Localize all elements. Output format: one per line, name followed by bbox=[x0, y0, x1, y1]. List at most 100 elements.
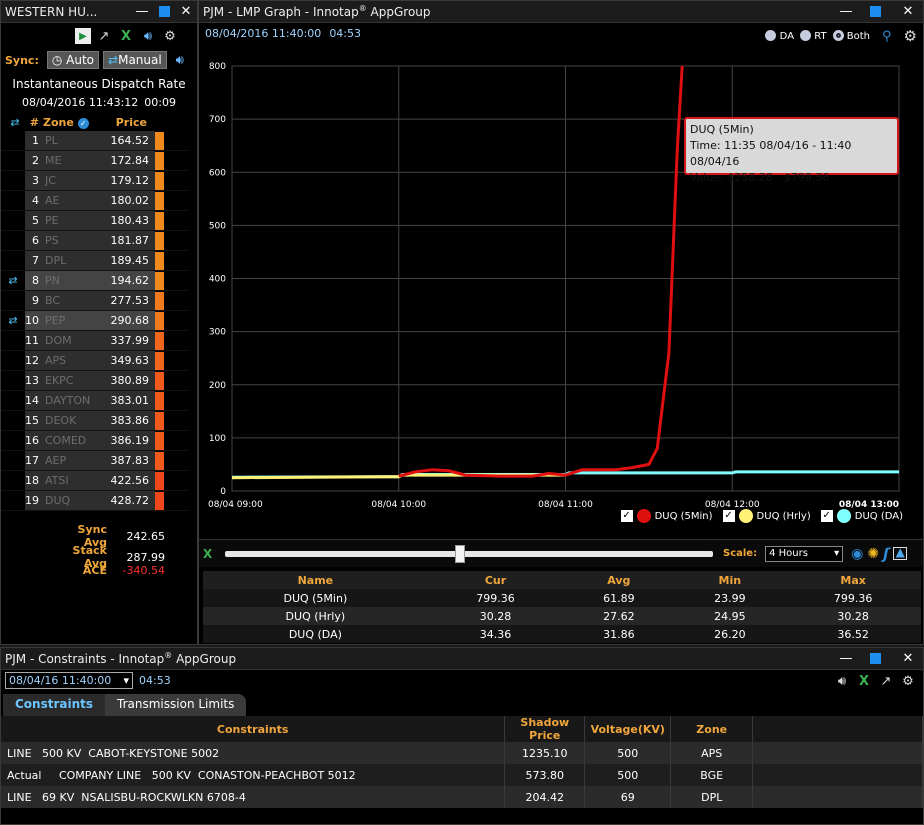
constraint-row[interactable]: LINE 500 KV CABOT-KEYSTONE 5002 1235.10 50… bbox=[1, 742, 923, 764]
image-icon[interactable]: ▲ bbox=[893, 545, 908, 560]
sound-icon[interactable]: 🔊︎ bbox=[833, 672, 851, 690]
constraints-header-cell[interactable]: Shadow Price bbox=[504, 716, 586, 742]
constraint-row[interactable]: LINE 69 KV NSALISBU-ROCKWLKN 6708-4 204.4… bbox=[1, 786, 923, 808]
legend-item[interactable]: ✓ DUQ (Hrly) bbox=[722, 509, 811, 523]
tab-transmission-limits[interactable]: Transmission Limits bbox=[105, 694, 247, 716]
manual-button[interactable]: ⇄Manual bbox=[103, 51, 167, 69]
chart-legend: ✓ DUQ (5Min) ✓ DUQ (Hrly) ✓ DUQ (DA) bbox=[199, 509, 923, 523]
stats-header-cell[interactable]: Cur bbox=[428, 571, 564, 589]
stats-header-cell[interactable]: Min bbox=[674, 571, 785, 589]
radio-rt[interactable]: RT bbox=[800, 30, 827, 42]
zone-row[interactable]: 9 BC 277.53 bbox=[1, 291, 189, 311]
close-button[interactable]: ✕ bbox=[893, 2, 923, 22]
constraints-header-cell[interactable]: Zone bbox=[670, 716, 754, 742]
gear-icon[interactable]: ⚙ bbox=[161, 27, 179, 45]
zone-name: PL bbox=[45, 134, 58, 147]
constraints-toolbar: 08/04/16 11:40:00 ▾ 04:53 bbox=[1, 672, 923, 689]
zone-row[interactable]: 13 EKPC 380.89 bbox=[1, 371, 189, 391]
zone-row[interactable]: 15 DEOK 383.86 bbox=[1, 411, 189, 431]
checkbox-checked-icon[interactable]: ✓ bbox=[722, 510, 735, 522]
constraint-cell: 1235.10 bbox=[504, 742, 586, 764]
sound-icon[interactable]: 🔊︎ bbox=[171, 51, 189, 69]
checkbox-checked-icon[interactable]: ✓ bbox=[820, 510, 833, 522]
legend-item[interactable]: ✓ DUQ (5Min) bbox=[620, 509, 713, 523]
auto-button[interactable]: ◷ Auto bbox=[46, 51, 100, 69]
stats-row[interactable]: DUQ (Hrly) 30.28 27.62 24.95 30.28 bbox=[203, 607, 921, 625]
slider-thumb[interactable] bbox=[455, 544, 465, 563]
excel-icon[interactable]: X bbox=[203, 547, 221, 561]
close-button[interactable]: ✕ bbox=[893, 649, 923, 669]
sun-icon[interactable]: ✺ bbox=[867, 546, 879, 562]
radio-both[interactable]: Both bbox=[832, 30, 870, 42]
gear-icon[interactable]: ⚙ bbox=[899, 672, 917, 690]
zone-row[interactable]: 11 DOM 337.99 bbox=[1, 331, 189, 351]
constraint-cell bbox=[752, 786, 923, 808]
popout-icon[interactable]: ↗ bbox=[877, 672, 895, 690]
zone-name: PE bbox=[45, 214, 59, 227]
zone-row[interactable]: 18 ATSI 422.56 bbox=[1, 471, 189, 491]
stats-row[interactable]: DUQ (DA) 34.36 31.86 26.20 36.52 bbox=[203, 625, 921, 643]
date-select[interactable]: 08/04/16 11:40:00 ▾ bbox=[5, 672, 133, 689]
scale-label: Scale: bbox=[723, 548, 758, 559]
tab-constraints[interactable]: Constraints bbox=[3, 694, 106, 716]
zone-row[interactable]: 12 APS 349.63 bbox=[1, 351, 189, 371]
zone-row[interactable]: ⇄ 10 PEP 290.68 bbox=[1, 311, 189, 331]
sound-icon[interactable]: 🔊︎ bbox=[139, 27, 157, 45]
excel-icon[interactable]: X bbox=[855, 672, 873, 690]
col-zone[interactable]: Zone ✓ bbox=[43, 116, 95, 129]
eye-icon[interactable]: ◉ bbox=[851, 546, 863, 562]
minimize-button[interactable]: — bbox=[835, 649, 857, 669]
gear-icon[interactable]: ⚙ bbox=[904, 27, 917, 45]
zone-row[interactable]: 3 JC 179.12 bbox=[1, 171, 189, 191]
zone-row[interactable]: 1 PL 164.52 bbox=[1, 131, 189, 151]
maximize-button[interactable] bbox=[857, 2, 893, 22]
close-button[interactable]: ✕ bbox=[175, 2, 197, 22]
curve-icon[interactable]: ʃ bbox=[883, 545, 889, 563]
sync-avg-value: 242.65 bbox=[126, 529, 166, 543]
zone-name: PN bbox=[45, 274, 60, 287]
scale-select[interactable]: 4 Hours ▾ bbox=[765, 545, 844, 562]
zone-row[interactable]: 4 AE 180.02 bbox=[1, 191, 189, 211]
zone-price: 164.52 bbox=[110, 134, 150, 147]
constraints-header-cell[interactable]: Voltage(KV) bbox=[584, 716, 672, 742]
zone-row[interactable]: 7 DPL 189.45 bbox=[1, 251, 189, 271]
checkbox-checked-icon[interactable]: ✓ bbox=[620, 510, 633, 522]
zone-name: COMED bbox=[45, 434, 87, 447]
zone-row[interactable]: 16 COMED 386.19 bbox=[1, 431, 189, 451]
zone-price: 189.45 bbox=[110, 254, 150, 267]
stats-header-cell[interactable]: Max bbox=[785, 571, 921, 589]
y-tick-label: 100 bbox=[209, 434, 226, 444]
constraint-cell: LINE 500 KV CABOT-KEYSTONE 5002 bbox=[1, 742, 506, 764]
minimize-button[interactable]: — bbox=[835, 2, 857, 22]
minimize-button[interactable]: — bbox=[131, 2, 153, 22]
constraint-cell: BGE bbox=[670, 764, 754, 786]
price-bar bbox=[155, 411, 164, 430]
zone-row[interactable]: 19 DUQ 428.72 bbox=[1, 491, 189, 511]
constraints-title: PJM - Constraints - Innotap® AppGroup bbox=[5, 651, 237, 666]
stats-row[interactable]: DUQ (5Min) 799.36 61.89 23.99 799.36 bbox=[203, 589, 921, 607]
popout-icon[interactable]: ↗ bbox=[95, 27, 113, 45]
zone-row[interactable]: 17 AEP 387.83 bbox=[1, 451, 189, 471]
zone-row[interactable]: 6 PS 181.87 bbox=[1, 231, 189, 251]
play-icon[interactable]: ▶ bbox=[75, 28, 91, 44]
zone-number: 12 bbox=[25, 354, 39, 367]
zone-number: 4 bbox=[32, 194, 39, 207]
legend-item[interactable]: ✓ DUQ (DA) bbox=[820, 509, 903, 523]
zone-row[interactable]: 5 PE 180.43 bbox=[1, 211, 189, 231]
time-slider[interactable] bbox=[225, 544, 713, 563]
constraints-header-cell[interactable]: Constraints bbox=[1, 716, 506, 742]
excel-icon[interactable]: X bbox=[117, 27, 135, 45]
price-bar bbox=[155, 451, 164, 470]
maximize-button[interactable] bbox=[857, 649, 893, 669]
zone-row[interactable]: 2 ME 172.84 bbox=[1, 151, 189, 171]
zone-row[interactable]: ⇄ 8 PN 194.62 bbox=[1, 271, 189, 291]
constraint-row[interactable]: Actual COMPANY LINE 500 KV CONASTON-PEAC… bbox=[1, 764, 923, 786]
ace-label: ACE bbox=[82, 564, 107, 577]
stats-header-cell[interactable]: Avg bbox=[563, 571, 674, 589]
constraints-header-cell[interactable] bbox=[752, 716, 923, 742]
stats-header-cell[interactable]: Name bbox=[203, 571, 428, 589]
radio-da[interactable]: DA bbox=[765, 30, 794, 42]
location-pin-icon[interactable]: ⚲ bbox=[882, 29, 892, 44]
zone-row[interactable]: 14 DAYTON 383.01 bbox=[1, 391, 189, 411]
maximize-button[interactable] bbox=[153, 2, 175, 22]
